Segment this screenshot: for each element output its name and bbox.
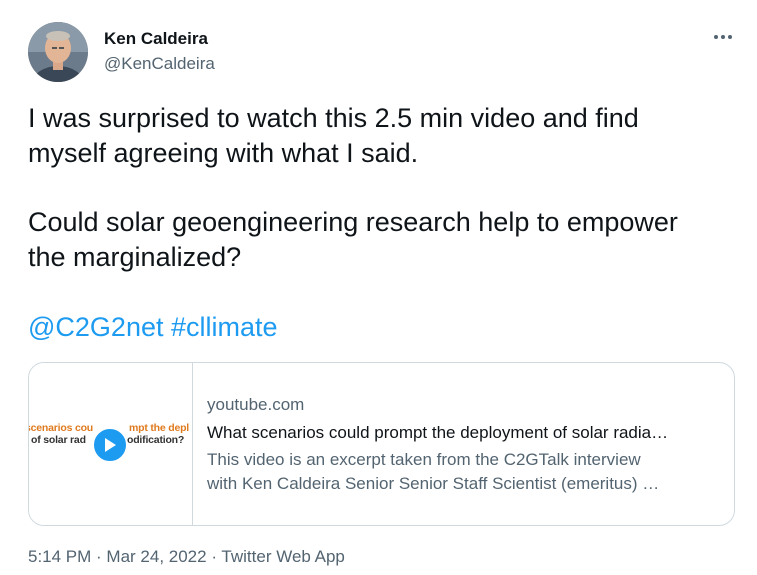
tweet-date[interactable]: Mar 24, 2022 bbox=[106, 547, 206, 566]
thumbnail-text: mpt the depl bbox=[129, 422, 190, 434]
tweet-text-line: Could solar geoengineering research help… bbox=[28, 207, 678, 237]
tweet-links: @C2G2net #cllimate bbox=[28, 310, 278, 345]
author-handle[interactable]: @KenCaldeira bbox=[104, 54, 215, 74]
tweet-metadata: 5:14 PM · Mar 24, 2022 · Twitter Web App bbox=[28, 547, 345, 567]
more-horizontal-icon bbox=[714, 35, 732, 39]
card-description: This video is an excerpt taken from the … bbox=[207, 450, 641, 469]
more-options-button[interactable] bbox=[708, 26, 738, 48]
tweet-source[interactable]: Twitter Web App bbox=[221, 547, 344, 566]
avatar[interactable] bbox=[28, 22, 88, 82]
card-domain: youtube.com bbox=[207, 395, 305, 414]
tweet-time[interactable]: 5:14 PM bbox=[28, 547, 91, 566]
play-button[interactable] bbox=[92, 427, 128, 463]
video-thumbnail[interactable]: scenarios cou of solar rad mpt the depl … bbox=[29, 363, 193, 525]
thumbnail-text: scenarios cou bbox=[29, 422, 94, 434]
tweet-text-line: the marginalized? bbox=[28, 242, 242, 272]
tweet-container: Ken Caldeira @KenCaldeira I was surprise… bbox=[0, 0, 757, 575]
thumbnail-text: of solar rad bbox=[31, 434, 86, 446]
mention-link[interactable]: @C2G2net bbox=[28, 312, 163, 342]
tweet-text-line: I was surprised to watch this 2.5 min vi… bbox=[28, 103, 639, 133]
separator: · bbox=[206, 547, 222, 566]
play-icon bbox=[105, 438, 116, 452]
link-card[interactable]: scenarios cou of solar rad mpt the depl … bbox=[28, 362, 735, 526]
author-name[interactable]: Ken Caldeira bbox=[104, 29, 208, 49]
separator: · bbox=[91, 547, 107, 566]
card-description: with Ken Caldeira Senior Senior Staff Sc… bbox=[207, 474, 660, 493]
card-title: What scenarios could prompt the deployme… bbox=[207, 423, 669, 442]
thumbnail-text: odification? bbox=[127, 434, 185, 446]
tweet-text-line: myself agreeing with what I said. bbox=[28, 138, 419, 168]
hashtag-link[interactable]: #cllimate bbox=[171, 312, 278, 342]
